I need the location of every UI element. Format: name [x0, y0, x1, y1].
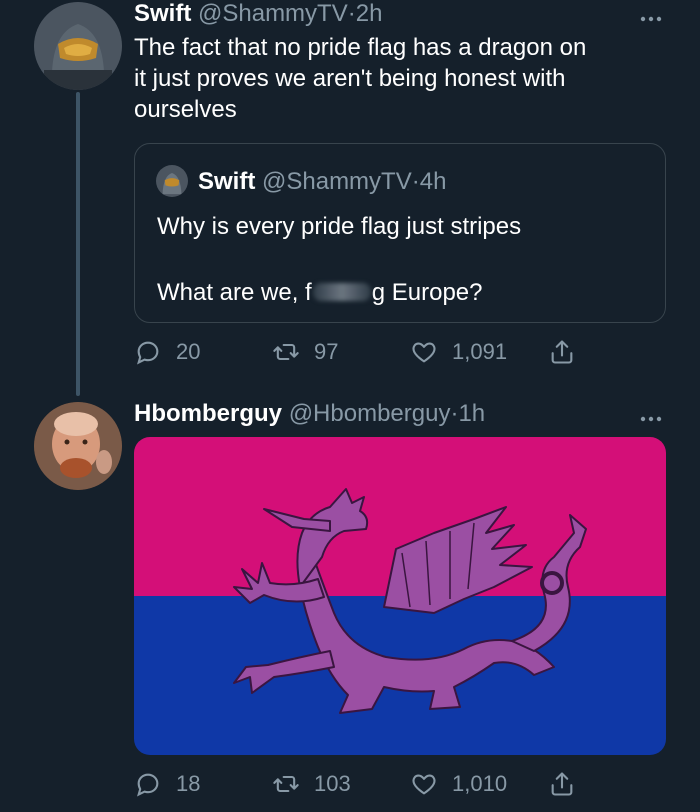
user-handle[interactable]: @Hbomberguy: [289, 400, 451, 427]
quoted-text-line: Why is every pride flag just stripes: [157, 213, 522, 240]
avatar-swift[interactable]: [34, 2, 122, 90]
tweet-image-flag[interactable]: [134, 437, 666, 755]
tweet-text-line: it just proves we aren't being honest wi…: [134, 65, 566, 92]
more-icon[interactable]: [640, 410, 662, 422]
like-count: 1,010: [452, 771, 508, 796]
retweet-button[interactable]: 97: [272, 334, 338, 370]
like-button[interactable]: 1,010: [410, 766, 507, 802]
retweet-icon: [273, 775, 299, 793]
display-name[interactable]: Swift: [134, 0, 191, 27]
dragon-emblem: [233, 488, 587, 714]
tweet-text-line: The fact that no pride flag has a dragon…: [134, 34, 587, 61]
tweet-header: Swift @ShammyTV·2h: [134, 0, 382, 28]
like-button[interactable]: 1,091: [410, 334, 507, 370]
tweet-actions: 18 103 1,010: [0, 766, 700, 806]
share-icon: [551, 772, 573, 796]
quoted-text-part: What are we, f: [157, 279, 312, 306]
separator-dot: ·: [347, 0, 356, 27]
reply-icon: [137, 341, 159, 365]
timestamp[interactable]: 2h: [356, 0, 383, 27]
reply-count: 18: [176, 771, 201, 796]
tweet-actions: 20 97 1,091: [0, 334, 700, 374]
tweet-header: Hbomberguy @Hbomberguy·1h: [134, 400, 485, 428]
quoted-timestamp: 4h: [419, 168, 447, 195]
like-icon: [412, 774, 436, 795]
like-count: 1,091: [452, 339, 508, 364]
retweet-count: 97: [314, 339, 339, 364]
quoted-display-name: Swift: [198, 168, 256, 195]
retweet-count: 103: [314, 771, 351, 796]
quoted-text-line: What are we, f g Europe?: [157, 278, 483, 308]
quoted-text-part: g Europe?: [371, 279, 483, 306]
more-icon[interactable]: [640, 10, 662, 22]
tweet-text-line: ourselves: [134, 96, 237, 123]
retweet-button[interactable]: 103: [272, 766, 351, 802]
avatar-hbomberguy[interactable]: [34, 402, 122, 490]
tweet-hbomberguy[interactable]: Hbomberguy @Hbomberguy·1h 18 103 1,010: [0, 396, 700, 812]
quoted-handle: @ShammyTV: [262, 168, 412, 195]
reply-button[interactable]: 18: [134, 766, 200, 802]
quoted-tweet[interactable]: Swift @ShammyTV·4h Why is every pride fl…: [134, 143, 666, 323]
retweet-icon: [273, 343, 299, 361]
tweet-text: The fact that no pride flag has a dragon…: [134, 32, 664, 125]
share-button[interactable]: [548, 766, 590, 802]
user-handle[interactable]: @ShammyTV: [198, 0, 348, 27]
reply-button[interactable]: 20: [134, 334, 200, 370]
display-name[interactable]: Hbomberguy: [134, 400, 282, 427]
reply-icon: [137, 773, 159, 797]
share-button[interactable]: [548, 334, 590, 370]
quoted-header: Swift @ShammyTV·4h: [198, 168, 446, 196]
share-icon: [551, 340, 573, 364]
timestamp[interactable]: 1h: [458, 400, 485, 427]
reply-count: 20: [176, 339, 201, 364]
censor-blur: [312, 283, 371, 301]
quoted-avatar: [156, 165, 188, 197]
like-icon: [412, 342, 436, 363]
tweet-swift[interactable]: Swift @ShammyTV·2h The fact that no prid…: [0, 0, 700, 400]
separator-dot: ·: [411, 168, 420, 195]
